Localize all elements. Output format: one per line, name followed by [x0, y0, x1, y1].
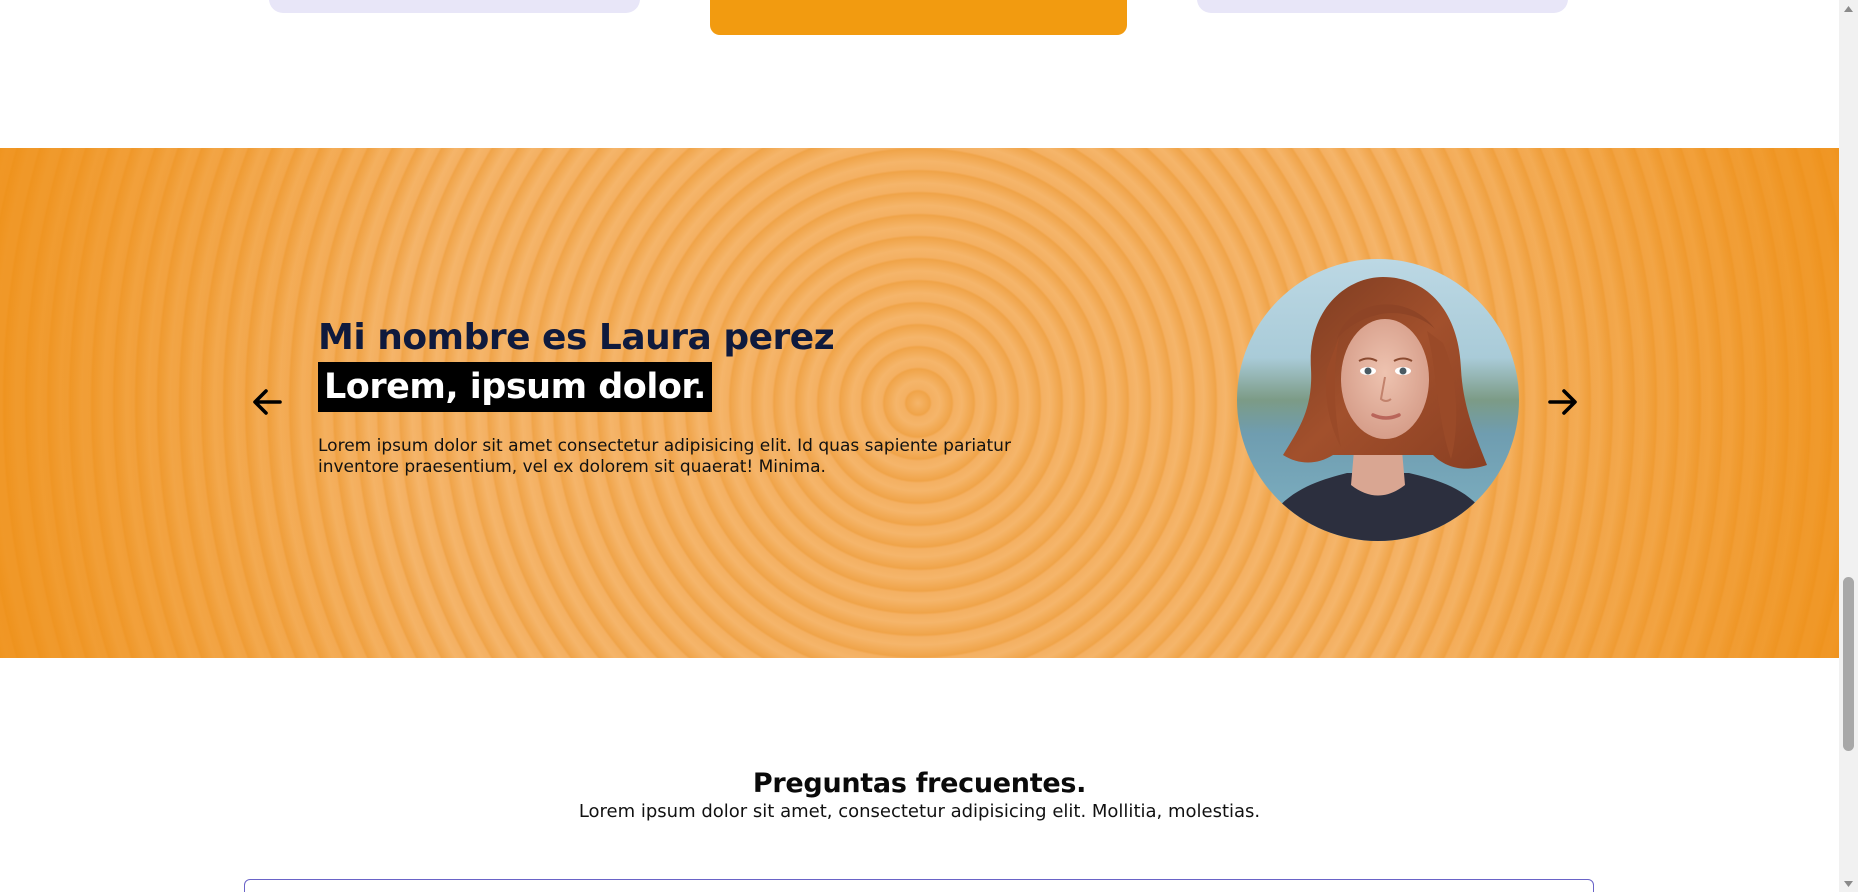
avatar — [1237, 259, 1519, 541]
arrow-right-icon[interactable] — [1546, 385, 1580, 419]
testimonial-name: Mi nombre es Laura perez — [318, 317, 835, 358]
faq-subtitle: Lorem ipsum dolor sit amet, consectetur … — [578, 801, 1261, 822]
scroll-up-icon[interactable] — [1839, 0, 1858, 17]
page-viewport: Mi nombre es Laura perez Lorem, ipsum do… — [0, 0, 1858, 892]
vertical-scrollbar[interactable] — [1839, 0, 1858, 892]
faq-title: Preguntas frecuentes. — [752, 768, 1087, 799]
faq-item[interactable] — [244, 879, 1594, 892]
plan-card-featured — [710, 0, 1127, 35]
arrow-left-icon[interactable] — [250, 385, 284, 419]
plan-card-right — [1197, 0, 1568, 13]
testimonial-highlight: Lorem, ipsum dolor. — [318, 362, 712, 412]
plan-card-left — [269, 0, 640, 13]
scroll-down-icon[interactable] — [1839, 875, 1858, 892]
testimonial-body: Lorem ipsum dolor sit amet consectetur a… — [318, 436, 1011, 477]
testimonial-section: Mi nombre es Laura perez Lorem, ipsum do… — [0, 148, 1839, 658]
testimonial-content: Mi nombre es Laura perez Lorem, ipsum do… — [318, 316, 1078, 478]
scrollbar-thumb[interactable] — [1843, 577, 1854, 751]
